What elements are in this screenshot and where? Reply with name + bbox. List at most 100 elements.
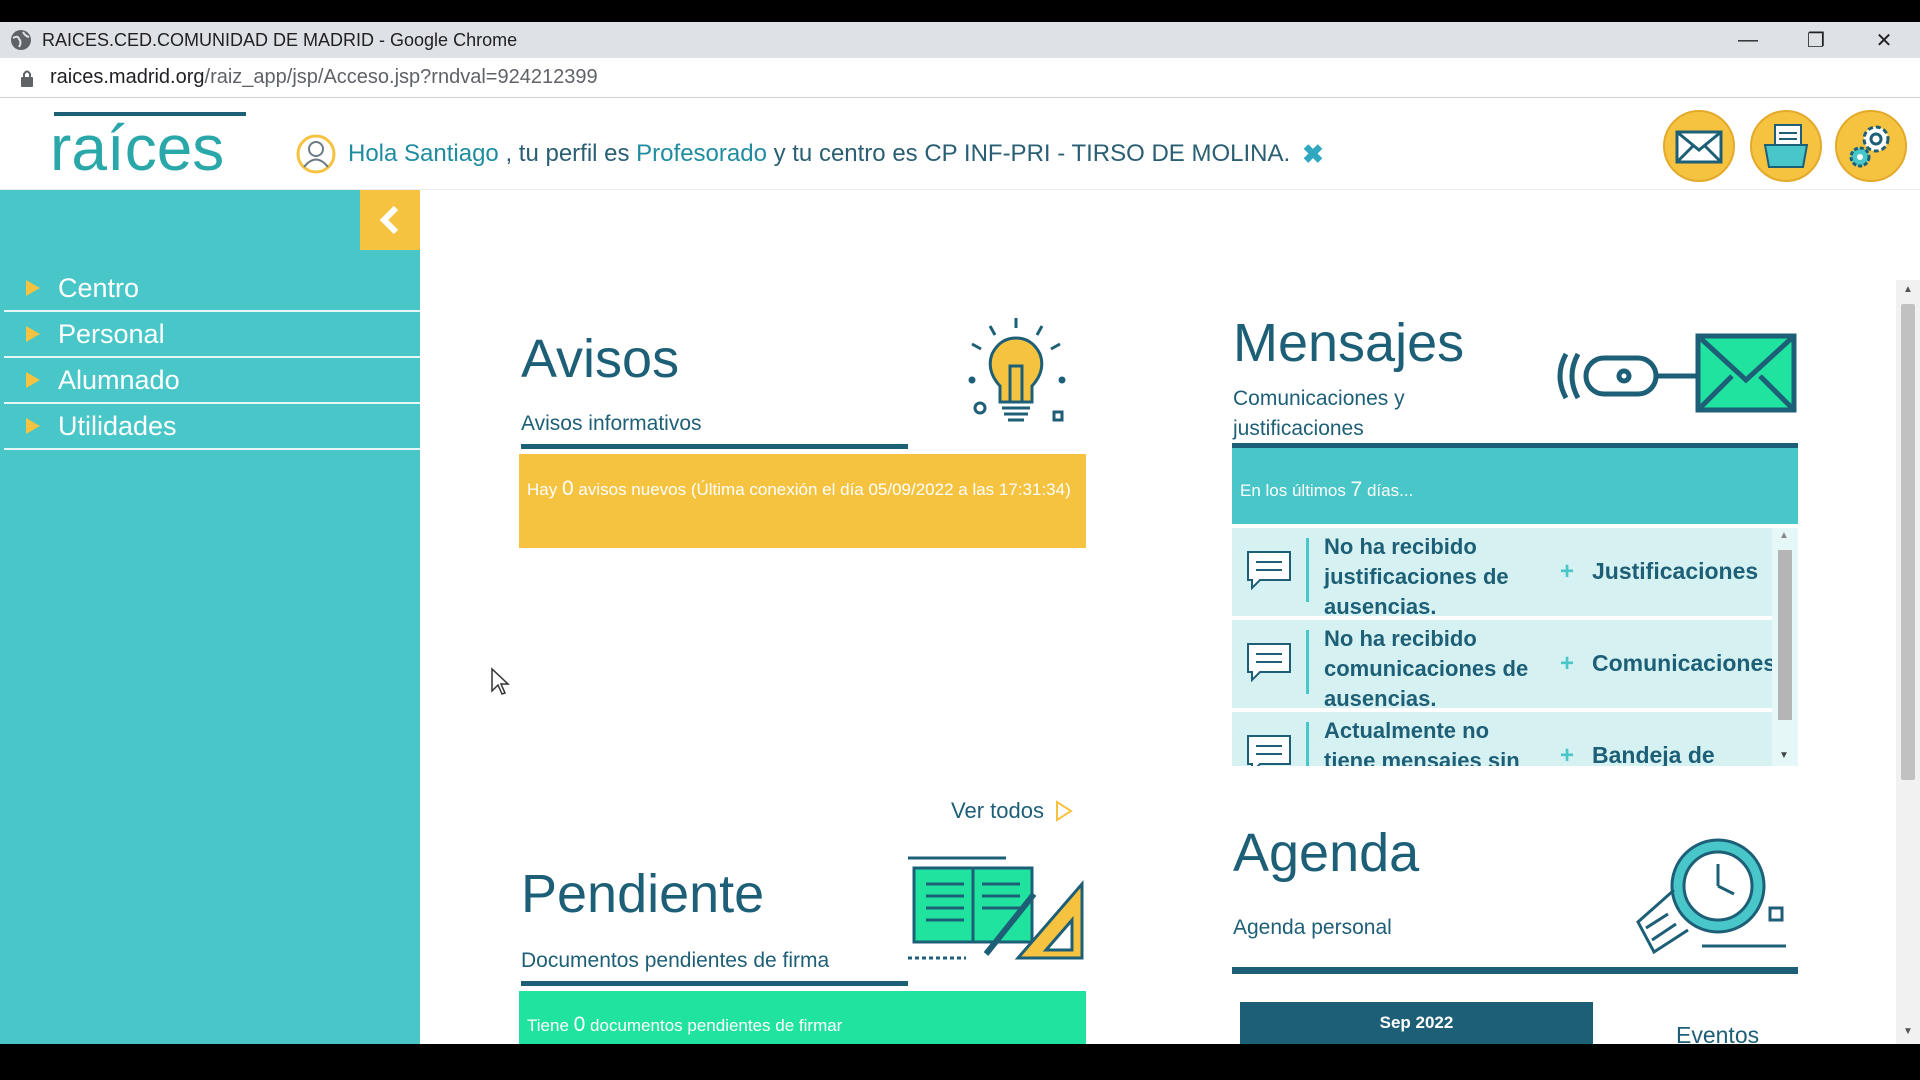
user-avatar-icon <box>296 134 336 174</box>
chat-bubble-icon <box>1247 551 1291 590</box>
globe-icon <box>11 30 31 50</box>
mensajes-scrollbar[interactable]: ▲ ▼ <box>1772 528 1798 766</box>
sidebar-item-utilidades[interactable]: Utilidades <box>4 404 420 450</box>
lock-icon <box>21 70 33 87</box>
envelope-icon <box>1675 130 1723 164</box>
web-page: raíces Hola Santiago , tu perfil es Prof… <box>0 98 1920 1044</box>
mensajes-row-text: No ha recibido comunicaciones de ausenci… <box>1324 626 1529 711</box>
ver-todos-link[interactable]: Ver todos <box>951 798 1074 824</box>
raices-logo[interactable]: raíces <box>50 110 250 184</box>
triangle-right-icon <box>26 280 40 296</box>
url-text[interactable]: raices.madrid.org/raiz_app/jsp/Acceso.js… <box>50 66 598 89</box>
chat-bubble-icon <box>1247 643 1291 682</box>
page-scroll-up[interactable]: ▲ <box>1903 284 1913 295</box>
window-title: RAICES.CED.COMUNIDAD DE MADRID - Google … <box>42 29 518 50</box>
mouse-cursor-icon <box>491 667 510 695</box>
greeting-text-1: , tu perfil es <box>498 140 637 167</box>
documents-button[interactable] <box>1750 110 1822 182</box>
mensajes-subtitle: Comunicaciones y justificaciones <box>1233 387 1405 440</box>
logo-text: raíces <box>50 112 224 180</box>
eventos-label: Eventos <box>1676 1022 1760 1044</box>
mensajes-title: Mensajes <box>1233 313 1465 373</box>
sidebar-item-alumnado[interactable]: Alumnado <box>4 358 420 404</box>
mensajes-row-text: Actualmente no tiene mensajes sin <box>1324 718 1520 766</box>
mail-button[interactable] <box>1663 110 1735 182</box>
minimize-button[interactable]: — <box>1714 22 1782 58</box>
screen-top-bar <box>0 0 1920 22</box>
plus-icon: + <box>1560 742 1575 766</box>
bandeja-link[interactable]: Bandeja de <box>1592 742 1715 766</box>
greeting: Hola Santiago , tu perfil es Profesorado… <box>296 134 1324 174</box>
triangle-right-icon <box>26 372 40 388</box>
avisos-count: 0 <box>561 477 574 500</box>
url-host: raices.madrid.org <box>50 66 205 88</box>
agenda-underline <box>1232 967 1798 974</box>
avisos-notice-pre: Hay <box>527 480 562 499</box>
collapse-sidebar-button[interactable] <box>360 190 420 250</box>
gear-icon <box>1849 125 1890 168</box>
pendiente-notice-box: Tiene 0 documentos pendientes de firmar <box>519 991 1086 1044</box>
row-divider <box>1306 630 1309 694</box>
message-send-icon <box>1557 333 1797 413</box>
pendiente-notice-pre: Tiene <box>527 1016 574 1035</box>
mensajes-row[interactable]: No ha recibido comunicaciones de ausenci… <box>1232 620 1776 711</box>
calendar-month-header[interactable]: Sep 2022 <box>1240 1002 1593 1044</box>
greeting-user: Hola Santiago <box>348 140 499 167</box>
lightbulb-icon <box>968 318 1066 422</box>
restore-button[interactable]: ❐ <box>1782 22 1850 58</box>
page-scrollbar[interactable]: ▲ ▼ <box>1896 280 1920 1044</box>
sidebar-item-label: Centro <box>58 272 140 303</box>
mensajes-period-post: días... <box>1362 481 1414 500</box>
mensajes-row[interactable]: Actualmente no tiene mensajes sin + Band… <box>1232 712 1772 766</box>
pendiente-title: Pendiente <box>521 864 765 924</box>
scroll-up-arrow[interactable]: ▲ <box>1779 530 1789 541</box>
close-window-button[interactable]: ✕ <box>1850 22 1918 58</box>
address-bar[interactable]: raices.madrid.org/raiz_app/jsp/Acceso.js… <box>0 58 1920 98</box>
sidebar-item-label: Utilidades <box>58 410 177 441</box>
mensajes-period-box: En los últimos 7 días... <box>1232 448 1798 524</box>
pendiente-underline <box>521 981 908 986</box>
avisos-underline <box>521 444 908 449</box>
avisos-notice-post: avisos nuevos (Última conexión el día 05… <box>573 480 1071 499</box>
document-tray-icon <box>1763 124 1809 168</box>
scroll-down-arrow[interactable]: ▼ <box>1779 750 1789 761</box>
sidebar-item-label: Alumnado <box>58 364 180 395</box>
justificaciones-link[interactable]: Justificaciones <box>1592 558 1758 585</box>
row-divider <box>1306 722 1309 766</box>
comunicaciones-link[interactable]: Comunicaciones <box>1592 650 1776 677</box>
mensajes-row[interactable]: No ha recibido justificaciones de ausenc… <box>1232 528 1772 619</box>
settings-button[interactable] <box>1835 110 1907 182</box>
sidebar-item-personal[interactable]: Personal <box>4 312 420 358</box>
profile-link[interactable]: Profesorado <box>636 140 767 168</box>
scroll-thumb[interactable] <box>1778 550 1792 720</box>
triangle-right-icon <box>26 326 40 342</box>
browser-title-bar: RAICES.CED.COMUNIDAD DE MADRID - Google … <box>0 22 1920 58</box>
pendiente-subtitle: Documentos pendientes de firma <box>521 949 830 972</box>
page-scroll-down[interactable]: ▼ <box>1903 1026 1913 1037</box>
book-pencil-icon <box>908 856 1084 960</box>
chevron-left-icon <box>379 205 399 235</box>
clock-icon <box>1636 838 1786 954</box>
avisos-title: Avisos <box>521 329 680 389</box>
plus-icon: + <box>1560 650 1575 677</box>
mensajes-row-text: No ha recibido justificaciones de ausenc… <box>1324 534 1509 619</box>
pendiente-notice-post: documentos pendientes de firmar <box>585 1016 843 1035</box>
triangle-right-icon <box>26 418 40 434</box>
avisos-subtitle: Avisos informativos <box>521 412 702 435</box>
page-scroll-thumb[interactable] <box>1901 304 1915 780</box>
plus-icon: + <box>1560 558 1575 585</box>
greeting-text-2: y tu centro es CP INF-PRI - TIRSO DE MOL… <box>766 140 1291 167</box>
row-divider <box>1306 538 1309 602</box>
agenda-title: Agenda <box>1233 823 1420 883</box>
sidebar-item-centro[interactable]: Centro <box>4 266 420 312</box>
mensajes-period-count: 7 <box>1350 478 1363 501</box>
ver-todos-label: Ver todos <box>951 798 1044 823</box>
play-arrow-icon <box>1055 800 1073 822</box>
url-path: /raiz_app/jsp/Acceso.jsp?rndval=92421239… <box>204 66 598 88</box>
chat-bubble-icon <box>1247 735 1291 766</box>
dismiss-icon[interactable]: ✖ <box>1302 139 1324 170</box>
sidebar-item-label: Personal <box>58 318 165 349</box>
mensajes-list: No ha recibido justificaciones de ausenc… <box>1232 528 1798 766</box>
mensajes-period-pre: En los últimos <box>1240 481 1351 500</box>
avisos-notice-box: Hay 0 avisos nuevos (Última conexión el … <box>519 454 1086 548</box>
